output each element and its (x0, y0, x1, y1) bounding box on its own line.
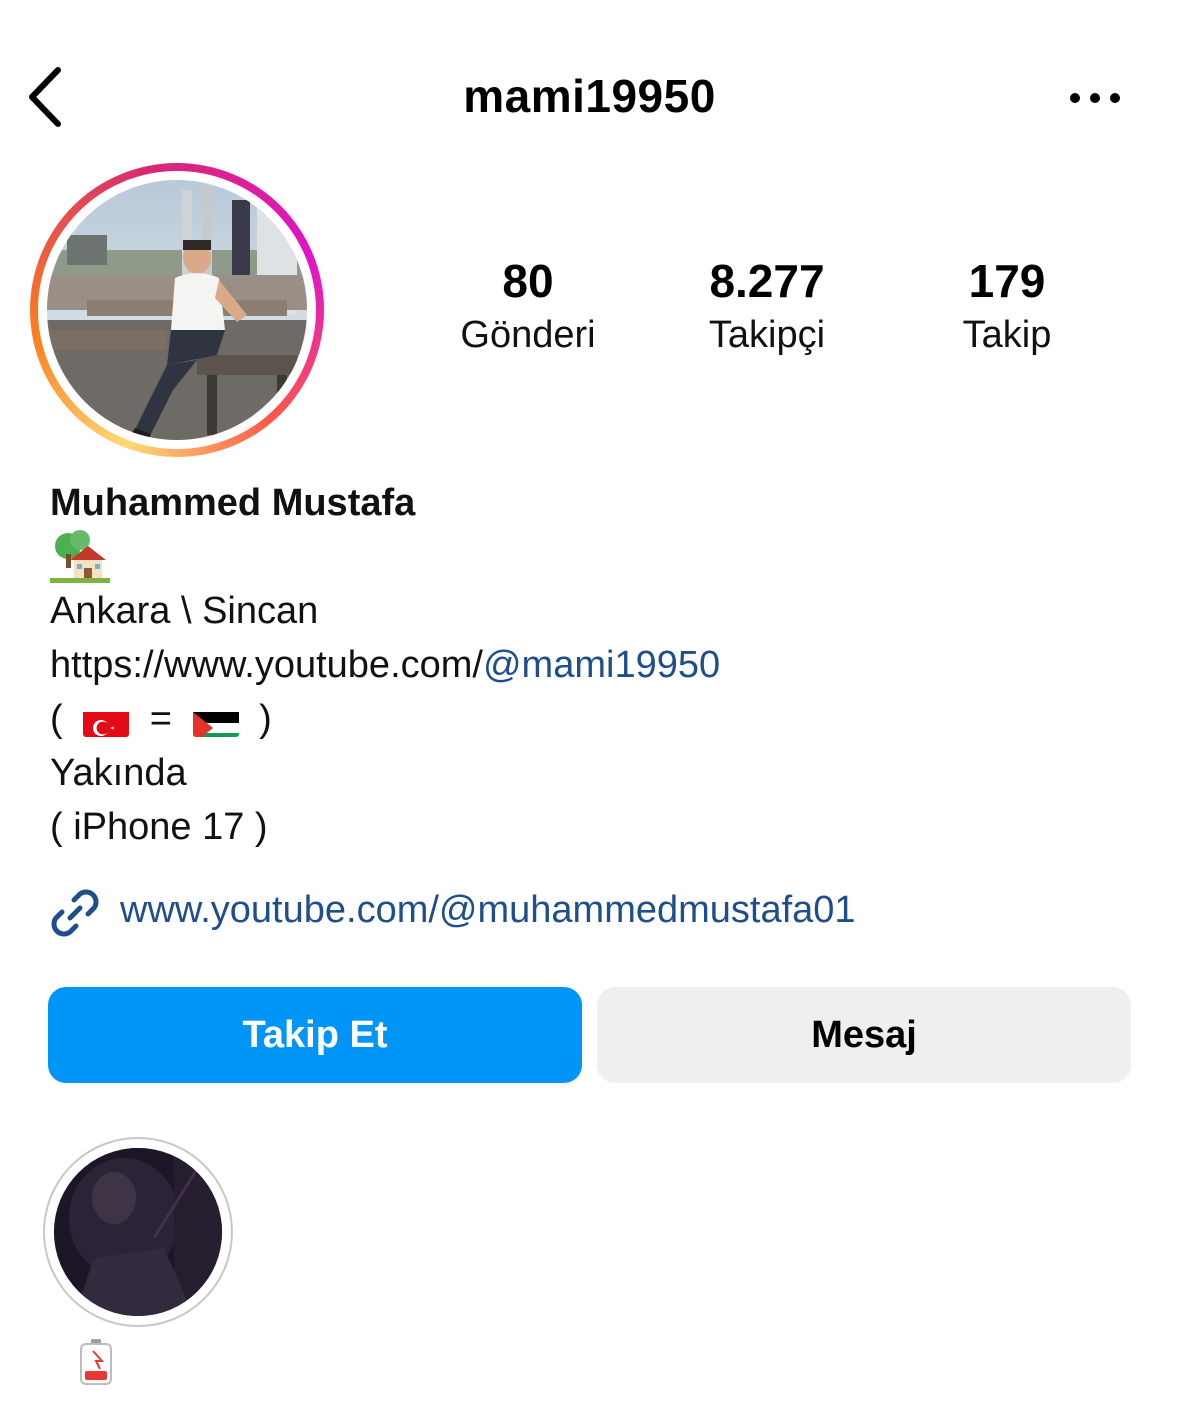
link-icon (51, 889, 99, 937)
stat-followers[interactable]: 8.277 Takipçi (657, 252, 877, 360)
more-options-button[interactable] (1060, 80, 1130, 116)
story-ring[interactable] (30, 163, 324, 457)
bio-youtube-line: https://www.youtube.com/@mami19950 (50, 638, 1150, 692)
bio-phone: ( iPhone 17 ) (50, 806, 268, 848)
bio-soon: Yakında (50, 752, 187, 794)
stat-following-label: Takip (962, 314, 1052, 356)
profile-link[interactable]: www.youtube.com/@muhammedmustafa01 (48, 880, 1148, 940)
avatar-photo-image (47, 180, 307, 440)
bio-flags-line: ( = ) (50, 692, 1150, 746)
low-battery-emoji-icon (76, 1337, 116, 1387)
more-horizontal-icon (1070, 93, 1120, 103)
bio-flags-close: ) (259, 698, 272, 740)
house-with-garden-emoji-icon (50, 530, 110, 584)
stat-followers-label: Takipçi (708, 314, 826, 356)
profile-avatar[interactable] (47, 180, 307, 440)
profile-username: mami19950 (463, 70, 716, 122)
profile-bio: Muhammed Mustafa Ankara \ Sincan https:/… (50, 476, 1150, 854)
story-highlight-cover (54, 1148, 222, 1316)
bio-location: Ankara \ Sincan (50, 590, 319, 632)
stat-posts-label: Gönderi (460, 314, 596, 356)
stat-posts[interactable]: 80 Gönderi (418, 252, 638, 360)
stat-following[interactable]: 179 Takip (897, 252, 1117, 360)
stat-posts-value: 80 (502, 255, 554, 307)
profile-display-name: Muhammed Mustafa (50, 482, 416, 524)
bio-flags-equals: = (149, 698, 172, 740)
profile-header: mami19950 (0, 0, 1179, 190)
story-highlight[interactable] (43, 1137, 233, 1327)
profile-link-text[interactable]: www.youtube.com/@muhammedmustafa01 (120, 880, 856, 940)
bio-youtube-prefix: https://www.youtube.com/ (50, 644, 483, 686)
stat-following-value: 179 (968, 255, 1046, 307)
turkey-flag-icon (83, 705, 130, 737)
bio-flags-open: ( (50, 698, 63, 740)
message-button[interactable]: Mesaj (597, 987, 1131, 1083)
stat-followers-value: 8.277 (709, 255, 825, 307)
follow-button[interactable]: Takip Et (48, 987, 582, 1083)
palestine-flag-icon (192, 705, 239, 737)
bio-youtube-mention[interactable]: @mami19950 (483, 644, 720, 686)
